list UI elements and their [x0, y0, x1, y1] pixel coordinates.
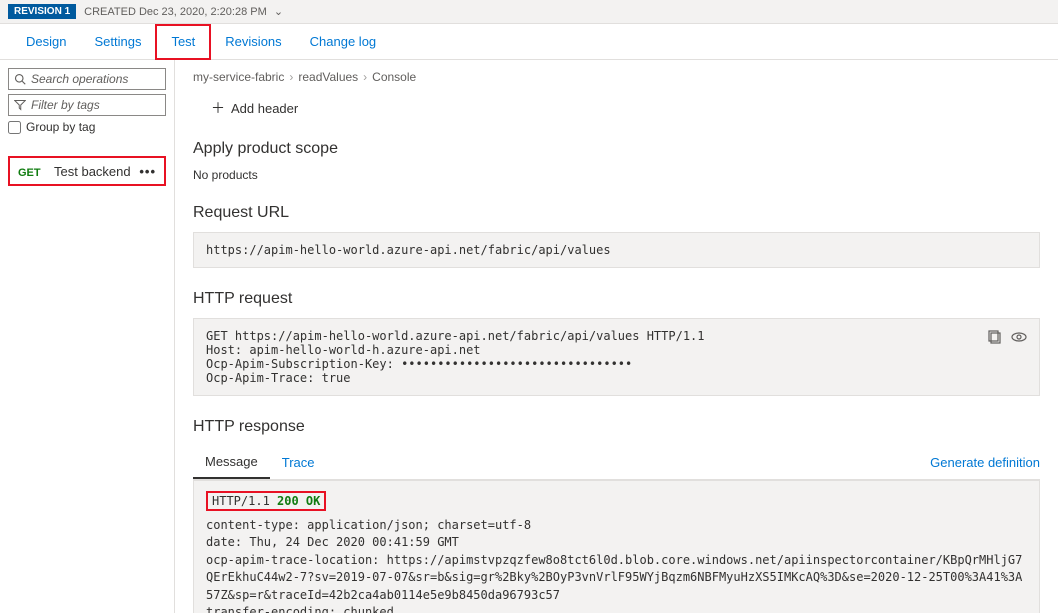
tab-revisions[interactable]: Revisions: [211, 24, 295, 60]
response-tabs: Message Trace Generate definition: [193, 446, 1040, 480]
no-products-text: No products: [193, 168, 1040, 182]
sidebar: Search operations Filter by tags Group b…: [0, 60, 175, 613]
operation-name: Test backend: [54, 164, 131, 179]
section-request-url: Request URL: [193, 204, 1040, 222]
plus-icon: ＋: [211, 98, 225, 118]
tab-test[interactable]: Test: [155, 24, 211, 60]
copy-icon[interactable]: [987, 329, 1003, 345]
http-method-badge: GET: [18, 167, 41, 179]
response-tab-trace[interactable]: Trace: [270, 447, 327, 478]
response-tab-message[interactable]: Message: [193, 446, 270, 479]
eye-icon[interactable]: [1011, 329, 1027, 345]
search-icon: [14, 73, 26, 85]
tab-settings[interactable]: Settings: [80, 24, 155, 60]
http-status-line: HTTP/1.1 200 OK: [206, 491, 326, 511]
group-by-tag-checkbox[interactable]: Group by tag: [8, 120, 166, 134]
filter-icon: [14, 99, 26, 111]
response-headers: content-type: application/json; charset=…: [206, 517, 1027, 613]
chevron-down-icon: ⌄: [274, 6, 283, 18]
main-panel: my-service-fabric›readValues›Console ＋ A…: [175, 60, 1058, 613]
breadcrumb: my-service-fabric›readValues›Console: [193, 70, 1040, 84]
revision-badge: REVISION 1: [8, 4, 76, 19]
revision-created[interactable]: CREATED Dec 23, 2020, 2:20:28 PM ⌄: [84, 5, 283, 18]
section-apply-product-scope: Apply product scope: [193, 140, 1040, 158]
generate-definition-link[interactable]: Generate definition: [930, 447, 1040, 478]
section-http-response: HTTP response: [193, 418, 1040, 436]
http-request-box: GET https://apim-hello-world.azure-api.n…: [193, 318, 1040, 396]
operation-item[interactable]: GET Test backend •••: [8, 156, 166, 186]
tab-changelog[interactable]: Change log: [296, 24, 391, 60]
request-url-box: https://apim-hello-world.azure-api.net/f…: [193, 232, 1040, 268]
tab-bar: Design Settings Test Revisions Change lo…: [0, 24, 1058, 60]
tab-design[interactable]: Design: [12, 24, 80, 60]
revision-bar: REVISION 1 CREATED Dec 23, 2020, 2:20:28…: [0, 0, 1058, 24]
search-input[interactable]: Search operations: [8, 68, 166, 90]
section-http-request: HTTP request: [193, 290, 1040, 308]
http-response-box: HTTP/1.1 200 OK content-type: applicatio…: [193, 480, 1040, 613]
filter-input[interactable]: Filter by tags: [8, 94, 166, 116]
add-header-button[interactable]: ＋ Add header: [211, 98, 1040, 118]
more-options-icon[interactable]: •••: [139, 164, 156, 179]
